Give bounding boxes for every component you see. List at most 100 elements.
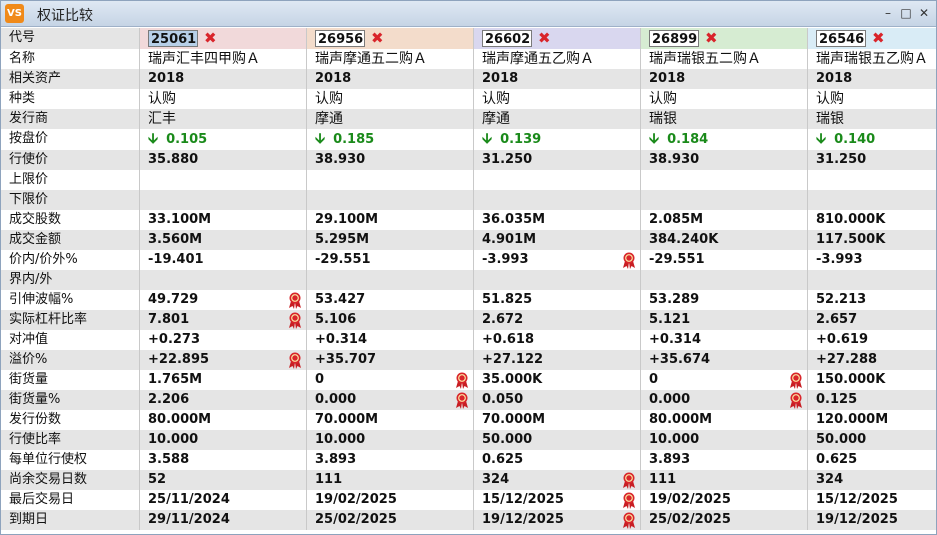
table-row: 界内/外	[1, 269, 936, 290]
title-bar: VS 权证比较 – □ ✕	[1, 1, 936, 27]
cell-value: 瑞声摩通五乙购Ａ	[482, 50, 594, 67]
table-cell: 5.106	[306, 309, 474, 330]
table-cell: -3.993	[473, 249, 641, 270]
code-input[interactable]: 26602	[482, 29, 532, 47]
row-label: 发行份数	[1, 409, 140, 430]
cell-value: 0.625	[816, 451, 858, 467]
code-input[interactable]: 26899	[649, 29, 699, 47]
row-label: 尚余交易日数	[1, 469, 140, 490]
cell-value: 25/02/2025	[315, 511, 397, 527]
cell-value: 15/12/2025	[816, 491, 898, 507]
row-label: 每单位行使权	[1, 449, 140, 470]
cell-value: +0.314	[649, 331, 702, 347]
cell-value: 0.185	[333, 131, 375, 147]
arrow-down-icon: 🡫	[482, 130, 493, 147]
table-cell: 25/02/2025	[640, 509, 808, 530]
table-cell: 38.930	[640, 149, 808, 170]
table-cell: 2018	[139, 68, 307, 89]
table-row: 街货量% 2.206 0.000 0.050 0.000 0.125	[1, 389, 936, 410]
table-cell: +0.619	[807, 329, 936, 350]
cell-value: 0.140	[834, 131, 876, 147]
cell-value: 31.250	[816, 151, 867, 167]
arrow-down-icon: 🡫	[315, 130, 326, 147]
close-icon[interactable]: ✖	[538, 28, 551, 48]
cell-value: 33.100M	[148, 211, 212, 227]
cell-value: 2018	[148, 70, 185, 86]
ribbon-badge-icon	[289, 352, 301, 369]
cell-value: 38.930	[315, 151, 366, 167]
row-label: 名称	[1, 48, 140, 69]
cell-value: 认购	[649, 90, 677, 107]
table-row: 实际杠杆比率 7.801 5.106 2.672 5.121 2.657	[1, 309, 936, 330]
table-cell: -19.401	[139, 249, 307, 270]
table-cell: 150.000K	[807, 369, 936, 390]
close-window-icon[interactable]: ✕	[916, 4, 932, 22]
cell-value: 10.000	[315, 431, 366, 447]
code-input[interactable]: 26956	[315, 29, 365, 47]
maximize-icon[interactable]: □	[898, 4, 914, 22]
close-icon[interactable]: ✖	[705, 28, 718, 48]
table-cell: 19/02/2025	[306, 489, 474, 510]
cell-value: 51.825	[482, 291, 533, 307]
row-label: 到期日	[1, 509, 140, 530]
table-cell: +27.122	[473, 349, 641, 370]
table-cell	[640, 169, 808, 190]
window-title: 权证比较	[37, 8, 93, 24]
table-cell	[306, 189, 474, 210]
cell-value: 150.000K	[816, 371, 886, 387]
table-cell: 80.000M	[139, 409, 307, 430]
cell-value: 0	[649, 371, 659, 387]
cell-value: 810.000K	[816, 211, 886, 227]
table-cell: +0.273	[139, 329, 307, 350]
table-cell	[473, 169, 641, 190]
cell-value: 111	[315, 471, 343, 487]
table-cell	[139, 189, 307, 210]
table-cell: 2018	[473, 68, 641, 89]
table-cell: 2018	[807, 68, 936, 89]
code-input[interactable]: 25061	[148, 29, 198, 47]
cell-value: 29.100M	[315, 211, 379, 227]
table-row: 发行份数 80.000M 70.000M 70.000M 80.000M 120.000M	[1, 409, 936, 430]
table-cell: +0.314	[640, 329, 808, 350]
table-cell	[473, 269, 641, 290]
cell-value: 0.105	[166, 131, 208, 147]
table-cell: +0.314	[306, 329, 474, 350]
cell-value: 15/12/2025	[482, 491, 564, 507]
table-cell: 31.250	[807, 149, 936, 170]
table-cell: -29.551	[306, 249, 474, 270]
table-row: 最后交易日 25/11/2024 19/02/2025 15/12/2025 19/02…	[1, 489, 936, 510]
table-cell: 🡫 0.139	[473, 128, 641, 150]
table-cell: 2.206	[139, 389, 307, 410]
table-cell	[640, 269, 808, 290]
table-row: 价内/价外% -19.401 -29.551 -3.993 -29.551 -3.993	[1, 249, 936, 270]
table-cell: 53.289	[640, 289, 808, 310]
arrow-down-icon: 🡫	[148, 130, 159, 147]
code-row: 代号 25061 ✖ 26956 ✖ 26602 ✖ 26899 ✖ 26546 ✖	[1, 28, 936, 49]
table-cell: 120.000M	[807, 409, 936, 430]
code-input[interactable]: 26546	[816, 29, 866, 47]
cell-value: 35.880	[148, 151, 199, 167]
table-row: 种类 认购 认购 认购 认购 认购	[1, 88, 936, 109]
cell-value: 19/02/2025	[649, 491, 731, 507]
close-icon[interactable]: ✖	[872, 28, 885, 48]
cell-value: 2018	[649, 70, 686, 86]
cell-value: 0.050	[482, 391, 524, 407]
table-cell: 5.295M	[306, 229, 474, 250]
table-cell: 认购	[473, 88, 641, 109]
cell-value: 10.000	[148, 431, 199, 447]
table-cell: 31.250	[473, 149, 641, 170]
row-label: 相关资产	[1, 68, 140, 89]
code-cell: 26956 ✖	[306, 28, 474, 49]
cell-value: 49.729	[148, 291, 199, 307]
cell-value: +22.895	[148, 351, 210, 367]
cell-value: 70.000M	[482, 411, 546, 427]
table-cell: 1.765M	[139, 369, 307, 390]
minimize-icon[interactable]: –	[880, 4, 896, 22]
cell-value: 80.000M	[649, 411, 713, 427]
code-cell: 26899 ✖	[640, 28, 808, 49]
close-icon[interactable]: ✖	[204, 28, 217, 48]
table-cell: 70.000M	[306, 409, 474, 430]
close-icon[interactable]: ✖	[371, 28, 384, 48]
cell-value: 25/02/2025	[649, 511, 731, 527]
table-cell: 29.100M	[306, 209, 474, 230]
